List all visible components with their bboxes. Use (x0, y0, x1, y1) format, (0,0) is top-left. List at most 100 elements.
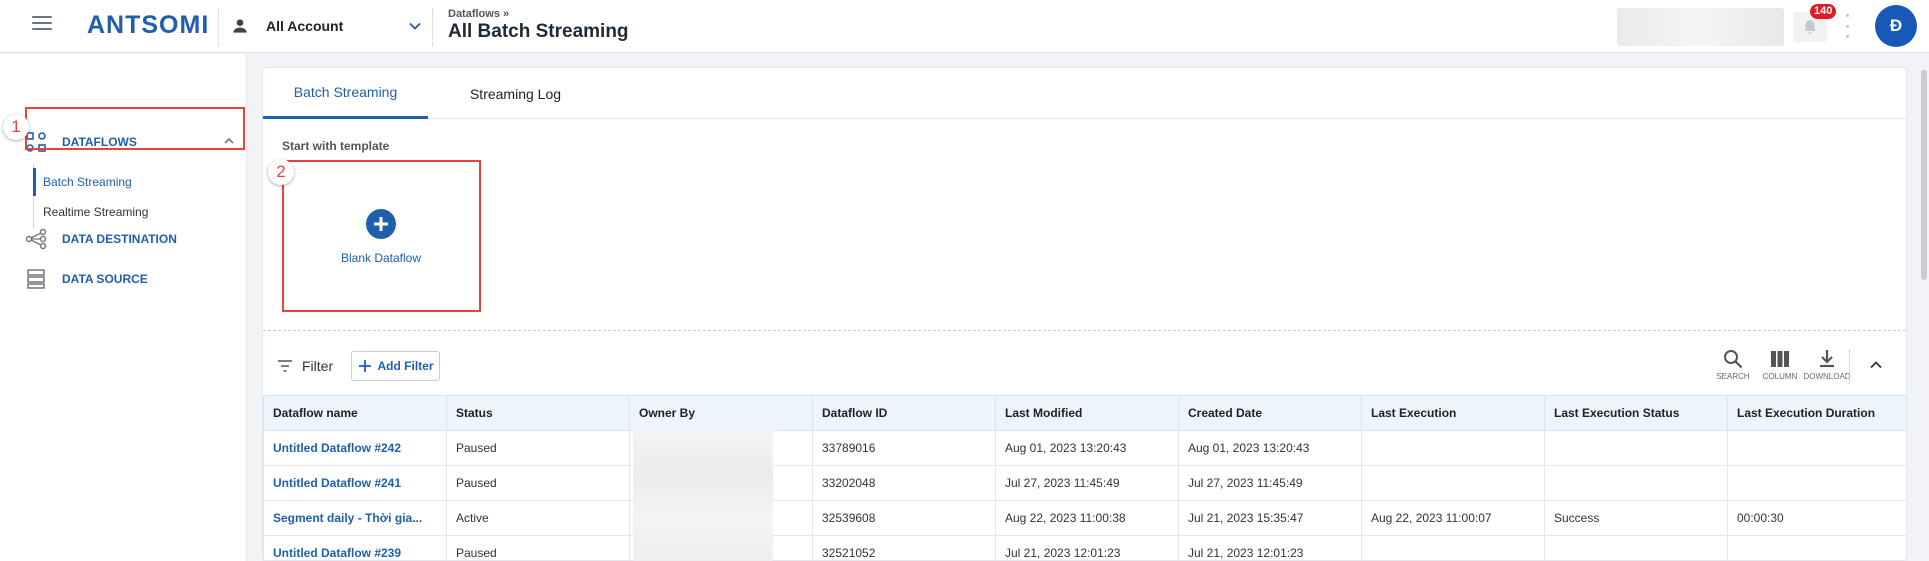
filter-label: Filter (302, 358, 334, 374)
column-header[interactable]: Last Execution Duration (1727, 395, 1907, 431)
header-divider (432, 8, 433, 46)
table-row[interactable]: Untitled Dataflow #239 Paused 32521052 J… (263, 535, 1907, 561)
avatar[interactable]: Đ (1875, 5, 1917, 47)
add-filter-button[interactable]: Add Filter (351, 351, 440, 381)
column-header[interactable]: Dataflow ID (812, 395, 996, 431)
plus-icon (358, 360, 371, 372)
search-label: SEARCH (1716, 372, 1750, 381)
dataflow-name-link[interactable]: Segment daily - Thời gia... (263, 500, 447, 536)
annotation-marker-2: 2 (268, 159, 294, 185)
account-selector[interactable]: All Account (230, 14, 422, 38)
created-date-cell: Jul 21, 2023 12:01:23 (1178, 535, 1362, 561)
dataflow-id-cell: 32521052 (812, 535, 996, 561)
annotation-highlight-2 (282, 160, 481, 312)
account-label: All Account (266, 18, 344, 34)
dataflow-name-link[interactable]: Untitled Dataflow #242 (263, 430, 447, 466)
tab-streaming-log[interactable]: Streaming Log (428, 68, 603, 119)
last-execution-status-cell (1544, 430, 1728, 466)
status-cell: Paused (446, 465, 630, 501)
dataflow-id-cell: 33789016 (812, 430, 996, 466)
column-header[interactable]: Created Date (1178, 395, 1362, 431)
last-execution-cell (1361, 465, 1545, 501)
person-icon (233, 19, 247, 33)
search-icon (1724, 350, 1743, 369)
column-label: COLUMN (1762, 372, 1798, 381)
breadcrumb: Dataflows » All Batch Streaming (448, 8, 629, 43)
sidebar-item-data-source[interactable]: DATA SOURCE (24, 266, 148, 292)
last-execution-status-cell: Success (1544, 500, 1728, 536)
columns-icon (1771, 351, 1789, 367)
created-date-cell: Jul 27, 2023 11:45:49 (1178, 465, 1362, 501)
page-scrollbar[interactable] (1919, 54, 1929, 561)
column-header[interactable]: Status (446, 395, 630, 431)
last-execution-duration-cell (1727, 535, 1907, 561)
breadcrumb-parent[interactable]: Dataflows » (448, 8, 629, 20)
sidebar-item-batch-streaming[interactable]: Batch Streaming (33, 167, 132, 197)
column-header[interactable]: Last Execution Status (1544, 395, 1728, 431)
table-row[interactable]: Segment daily - Thời gia... Active 32539… (263, 500, 1907, 536)
main-card: Batch Streaming Streaming Log Start with… (262, 67, 1907, 561)
table-row[interactable]: Untitled Dataflow #241 Paused 33202048 J… (263, 465, 1907, 501)
status-cell: Active (446, 500, 630, 536)
dataflow-name-link[interactable]: Untitled Dataflow #239 (263, 535, 447, 561)
top-header: ANTSOMI All Account Dataflows » All Batc… (0, 0, 1929, 53)
last-execution-cell: Aug 22, 2023 11:00:07 (1361, 500, 1545, 536)
download-label: DOWNLOAD (1803, 372, 1851, 381)
column-header[interactable]: Last Modified (995, 395, 1179, 431)
antsomi-logo[interactable]: ANTSOMI (87, 11, 209, 40)
sidebar-item-label: DATA SOURCE (62, 272, 148, 286)
download-icon (1820, 350, 1834, 368)
dataflow-table: Dataflow name Status Owner By Dataflow I… (263, 395, 1907, 561)
download-button[interactable]: DOWNLOAD (1803, 348, 1851, 386)
annotation-marker-1: 1 (3, 114, 29, 140)
table-row[interactable]: Untitled Dataflow #242 Paused 33789016 A… (263, 430, 1907, 466)
chevron-down-icon (409, 22, 421, 30)
tab-batch-streaming[interactable]: Batch Streaming (263, 68, 428, 119)
last-execution-duration-cell: 00:00:30 (1727, 500, 1907, 536)
last-modified-cell: Aug 01, 2023 13:20:43 (995, 430, 1179, 466)
column-header[interactable]: Last Execution (1361, 395, 1545, 431)
last-modified-cell: Jul 27, 2023 11:45:49 (995, 465, 1179, 501)
filter-icon (278, 360, 292, 372)
scrollbar-thumb[interactable] (1921, 70, 1927, 280)
last-modified-cell: Aug 22, 2023 11:00:38 (995, 500, 1179, 536)
search-button[interactable]: SEARCH (1713, 348, 1753, 386)
header-divider (218, 8, 219, 46)
sidebar-item-realtime-streaming[interactable]: Realtime Streaming (33, 197, 148, 227)
dataflow-id-cell: 33202048 (812, 465, 996, 501)
section-divider (263, 330, 1906, 331)
redacted-area (1617, 8, 1784, 46)
sidebar-item-label: DATA DESTINATION (62, 232, 177, 246)
column-button[interactable]: COLUMN (1760, 348, 1800, 386)
more-vertical-icon[interactable] (1846, 14, 1850, 38)
created-date-cell: Aug 01, 2023 13:20:43 (1178, 430, 1362, 466)
dataflow-name-link[interactable]: Untitled Dataflow #241 (263, 465, 447, 501)
last-execution-status-cell (1544, 535, 1728, 561)
annotation-highlight-1 (25, 107, 245, 150)
table-header: Dataflow name Status Owner By Dataflow I… (263, 395, 1907, 431)
filter-toolbar: Filter Add Filter SEARCH COLUMN DOWNLOAD (263, 346, 1906, 386)
menu-icon[interactable] (32, 14, 52, 32)
last-execution-cell (1361, 535, 1545, 561)
status-cell: Paused (446, 430, 630, 466)
column-header[interactable]: Dataflow name (263, 395, 447, 431)
dataflow-id-cell: 32539608 (812, 500, 996, 536)
template-section-label: Start with template (282, 139, 390, 153)
bell-icon (1804, 20, 1816, 34)
status-cell: Paused (446, 535, 630, 561)
last-execution-duration-cell (1727, 430, 1907, 466)
page-title: All Batch Streaming (448, 21, 629, 42)
collapse-chevron-up-icon[interactable] (1868, 357, 1884, 373)
notification-badge: 140 (1810, 4, 1837, 19)
tab-bar: Batch Streaming Streaming Log (263, 68, 1906, 119)
last-modified-cell: Jul 21, 2023 12:01:23 (995, 535, 1179, 561)
last-execution-status-cell (1544, 465, 1728, 501)
created-date-cell: Jul 21, 2023 15:35:47 (1178, 500, 1362, 536)
sidebar-item-data-destination[interactable]: DATA DESTINATION (24, 226, 177, 252)
column-header[interactable]: Owner By (629, 395, 813, 431)
add-filter-label: Add Filter (377, 359, 434, 373)
filter-button[interactable]: Filter (276, 353, 333, 379)
redacted-owner-column (633, 430, 773, 561)
server-icon (27, 269, 45, 289)
last-execution-cell (1361, 430, 1545, 466)
